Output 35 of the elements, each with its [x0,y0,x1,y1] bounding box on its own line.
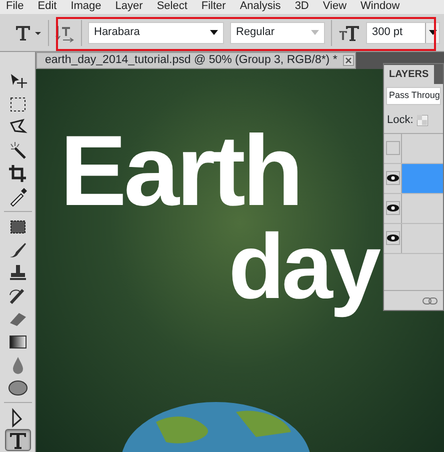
font-size-icon [338,24,360,42]
visibility-toggle[interactable] [386,141,400,155]
close-icon[interactable] [343,55,354,66]
canvas-text: Earth [60,123,301,219]
font-size-field[interactable]: 300 pt [366,22,440,44]
panel-tab[interactable]: LAYERS [384,65,434,84]
layer-row[interactable] [384,194,443,224]
lock-label: Lock: [387,113,414,128]
document-title: earth_day_2014_tutorial.psd @ 50% (Group 3, RGB/8*) * [45,52,338,68]
menu-item[interactable]: 3D [288,0,317,13]
tool-button[interactable] [4,429,30,451]
caret-icon [428,30,436,35]
layer-row[interactable] [384,164,443,194]
caret-icon [210,30,218,35]
eye-icon[interactable] [386,201,400,215]
blend-mode-dropdown[interactable]: Pass Throug [386,87,441,105]
menu-item[interactable]: Analysis [234,0,289,13]
menu-item[interactable]: View [316,0,355,13]
eye-icon[interactable] [386,171,400,185]
crop-tool-icon [6,162,28,184]
canvas-text: day [228,219,378,315]
font-style-dropdown[interactable]: Regular [230,22,325,44]
font-family-dropdown[interactable]: Harabara [88,22,224,44]
menu-item[interactable]: Layer [109,0,151,13]
menu-item[interactable]: Image [64,0,110,13]
caret-icon [311,30,319,35]
eye-icon[interactable] [386,231,400,245]
menu-item[interactable]: Window [354,0,408,13]
menu-item[interactable]: Edit [32,0,65,13]
link-icon[interactable] [422,296,438,304]
layer-row[interactable] [384,224,443,254]
document-tab[interactable]: earth_day_2014_tutorial.psd @ 50% (Group 3, RGB/8*) * [36,52,356,69]
menu-item[interactable]: File [0,0,32,13]
menu-item[interactable]: Select [150,0,196,13]
menu-item[interactable]: Filter [195,0,234,13]
